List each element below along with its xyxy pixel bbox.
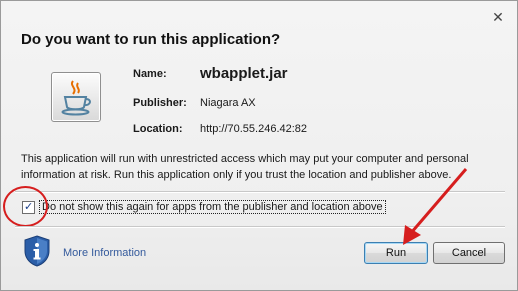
do-not-show-again-option[interactable]: ✓ Do not show this again for apps from t…	[14, 198, 386, 216]
annotation-circle	[3, 186, 48, 227]
publisher-value: Niagara AX	[200, 97, 256, 109]
location-label: Location:	[133, 123, 183, 135]
publisher-label: Publisher:	[133, 97, 187, 109]
close-icon[interactable]: ✕	[490, 9, 506, 25]
java-cup-icon	[51, 72, 101, 122]
info-shield-icon	[23, 235, 51, 267]
dialog-title: Do you want to run this application?	[21, 31, 281, 48]
name-label: Name:	[133, 68, 167, 80]
name-value: wbapplet.jar	[200, 65, 288, 82]
do-not-show-again-label[interactable]: Do not show this again for apps from the…	[39, 200, 386, 214]
run-application-dialog: ✕ Do you want to run this application? N…	[0, 0, 518, 291]
annotation-arrow	[403, 168, 468, 245]
more-information-link[interactable]: More Information	[63, 247, 146, 259]
location-value: http://70.55.246.42:82	[200, 123, 308, 135]
